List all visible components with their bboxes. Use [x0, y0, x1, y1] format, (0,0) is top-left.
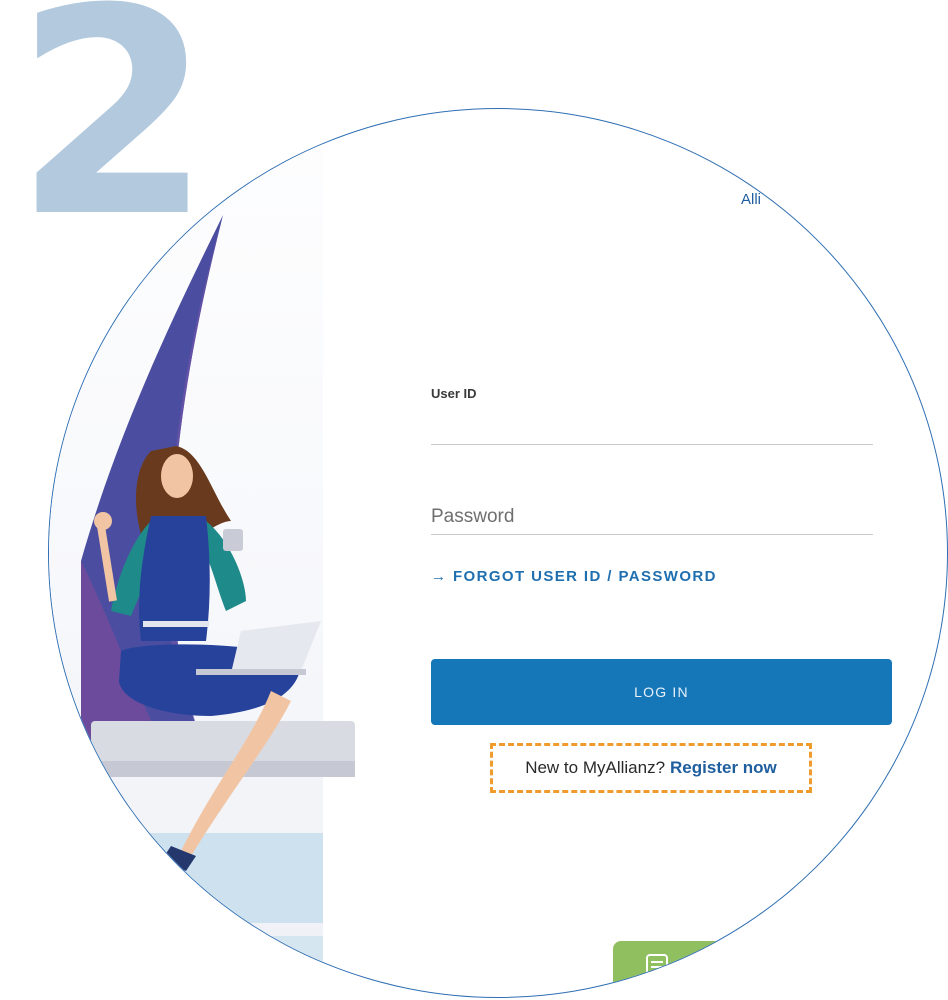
forgot-credentials-link[interactable]: → FORGOT USER ID / PASSWORD [431, 568, 717, 585]
password-field[interactable] [431, 501, 873, 533]
chat-tab[interactable] [613, 941, 733, 997]
password-underline [431, 534, 873, 535]
userid-field[interactable] [431, 444, 873, 445]
register-highlight: New to MyAllianz? Register now [490, 743, 812, 793]
register-prompt: New to MyAllianz? [525, 758, 666, 777]
login-button[interactable]: LOG IN [431, 659, 892, 725]
userid-label: User ID [431, 386, 477, 401]
zoom-circle: Alli User ID → FORGOT USER ID / PASSWORD… [48, 108, 948, 998]
woman-with-laptop-illustration [81, 215, 355, 997]
brand-logo-partial: Alli [741, 191, 762, 208]
register-link[interactable]: Register now [670, 758, 777, 778]
chat-icon [646, 954, 668, 978]
